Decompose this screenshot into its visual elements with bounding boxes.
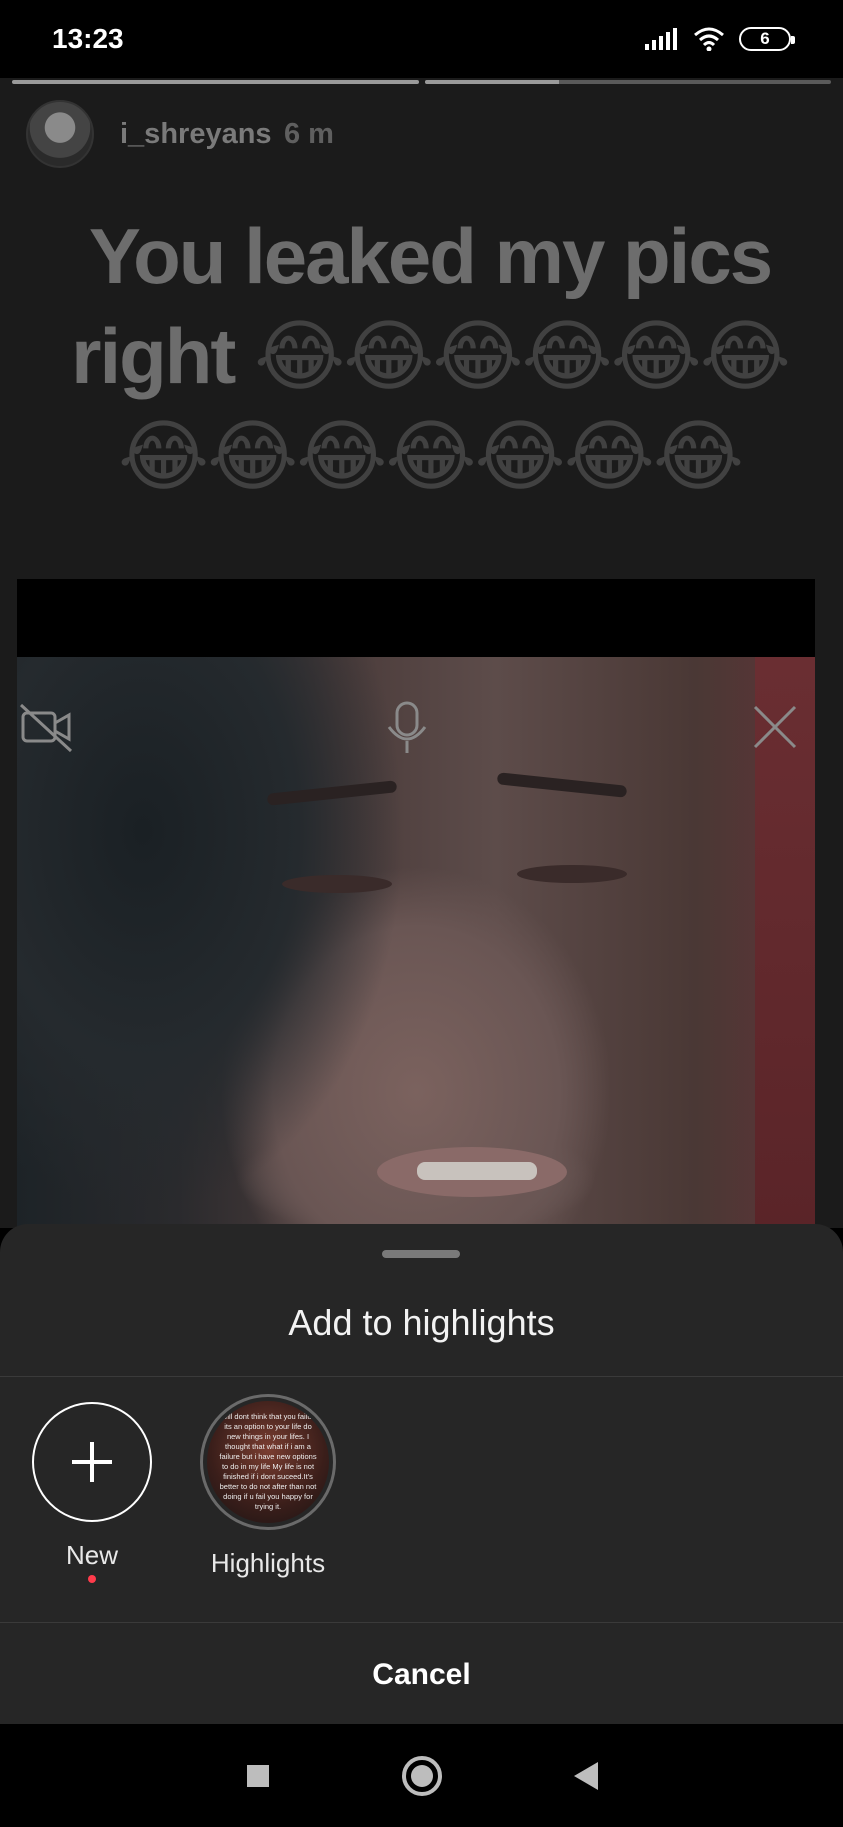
add-to-highlights-sheet: Add to highlights New I will dont think … (0, 1224, 843, 1724)
story-progress-segment (424, 80, 831, 84)
status-time: 13:23 (52, 23, 124, 54)
story-progress-segment (12, 80, 419, 84)
close-icon (753, 705, 797, 749)
battery-level: 6 (760, 29, 770, 48)
sheet-title: Add to highlights (288, 1302, 555, 1343)
square-icon (246, 1764, 269, 1787)
story-progress-fill (12, 80, 419, 84)
avatar[interactable] (26, 100, 94, 168)
story-header[interactable]: i_shreyans 6 m (26, 100, 334, 168)
back-button[interactable] (564, 1754, 608, 1798)
recents-button[interactable] (236, 1754, 280, 1798)
video-off-icon (19, 703, 73, 753)
story-progress (12, 80, 831, 84)
highlight-cover-text: I will dont think that you failure its a… (217, 1412, 319, 1511)
microphone-icon (387, 701, 427, 753)
new-highlight-label: New (65, 1540, 118, 1570)
home-circle-icon (401, 1755, 442, 1796)
story-progress-fill (424, 80, 559, 84)
new-highlight-button[interactable]: New (32, 1402, 152, 1583)
system-nav-bar (0, 1724, 843, 1827)
story-caption: You leaked my pics right 😂😂😂😂😂😂😂😂😂😂😂😂😂 (60, 206, 800, 506)
story-time: 6 m (284, 117, 334, 150)
sheet-drag-handle[interactable] (382, 1250, 460, 1258)
back-triangle-icon (573, 1761, 598, 1790)
cancel-button[interactable]: Cancel (0, 1658, 843, 1692)
battery-icon: 6 (739, 27, 795, 51)
video-frame (17, 657, 815, 1228)
new-highlight-circle[interactable] (32, 1402, 152, 1522)
story-username[interactable]: i_shreyans (120, 118, 272, 150)
home-button[interactable] (400, 1754, 444, 1798)
highlight-cover[interactable]: I will dont think that you failure its a… (200, 1394, 336, 1530)
wifi-icon (694, 27, 724, 51)
story-view[interactable]: i_shreyans 6 m You leaked my pics right … (0, 78, 843, 1228)
signal-icon (645, 28, 677, 50)
notification-dot (88, 1575, 96, 1583)
divider (0, 1376, 843, 1377)
status-bar: 13:23 6 (0, 0, 843, 78)
status-icons: 6 (645, 27, 795, 51)
highlight-label: Highlights (210, 1548, 326, 1578)
highlights-row: New I will dont think that you failure i… (0, 1394, 843, 1592)
plus-icon (72, 1442, 112, 1482)
divider (0, 1622, 843, 1623)
video-top-band (17, 579, 815, 657)
highlight-item[interactable]: I will dont think that you failure its a… (200, 1394, 336, 1579)
